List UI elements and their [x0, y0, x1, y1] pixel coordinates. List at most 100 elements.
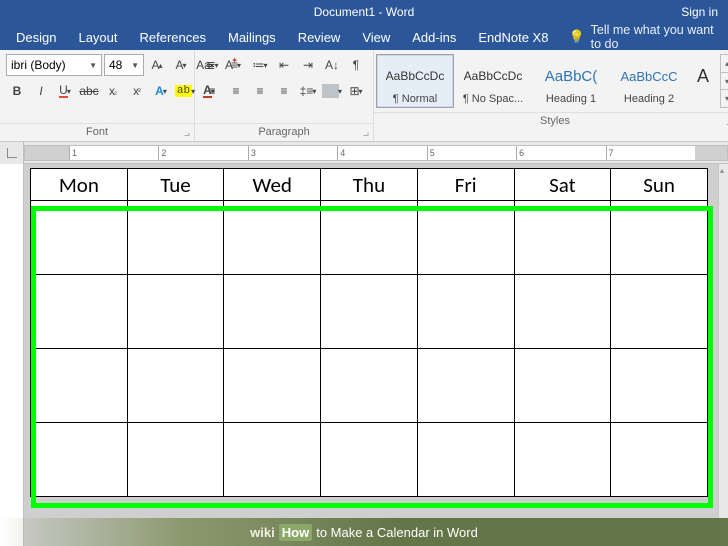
calendar-cell[interactable]: [31, 201, 128, 275]
highlight-button[interactable]: ab▾: [174, 80, 196, 102]
day-header[interactable]: Mon: [31, 169, 128, 201]
calendar-cell[interactable]: [127, 349, 224, 423]
strikethrough-button[interactable]: abc: [78, 80, 100, 102]
tab-mailings[interactable]: Mailings: [218, 26, 286, 49]
calendar-cell[interactable]: [611, 349, 708, 423]
text-effects-button[interactable]: A▾: [150, 80, 172, 102]
tell-me-search[interactable]: 💡 Tell me what you want to do: [568, 23, 722, 51]
vertical-scrollbar[interactable]: [718, 164, 728, 546]
calendar-cell[interactable]: [31, 275, 128, 349]
align-left-button[interactable]: ≡: [201, 80, 223, 102]
font-group-label: Font: [0, 123, 194, 141]
calendar-cell[interactable]: [514, 275, 611, 349]
calendar-cell[interactable]: [417, 275, 514, 349]
font-size-combo[interactable]: 48▼: [104, 54, 144, 76]
tab-view[interactable]: View: [352, 26, 400, 49]
styles-more-button[interactable]: ▾: [721, 90, 728, 107]
style-no-spacing[interactable]: AaBbCcDc ¶ No Spac...: [454, 54, 532, 108]
tab-layout[interactable]: Layout: [68, 26, 127, 49]
calendar-cell[interactable]: [321, 201, 418, 275]
styles-scroll-up[interactable]: ▴: [721, 55, 728, 73]
tab-design[interactable]: Design: [6, 26, 66, 49]
align-center-button[interactable]: ≡: [225, 80, 247, 102]
tab-selector[interactable]: [0, 142, 24, 164]
document-page[interactable]: Mon Tue Wed Thu Fri Sat Sun: [30, 168, 718, 546]
calendar-cell[interactable]: [417, 423, 514, 497]
align-right-button[interactable]: ≡: [249, 80, 271, 102]
justify-button[interactable]: ≡: [273, 80, 295, 102]
tab-endnote[interactable]: EndNote X8: [468, 26, 558, 49]
calendar-row: [31, 423, 708, 497]
superscript-button[interactable]: x²: [126, 80, 148, 102]
calendar-cell[interactable]: [321, 423, 418, 497]
shrink-font-button[interactable]: A▾: [170, 54, 192, 76]
wikihow-banner: wikiHow to Make a Calendar in Word: [0, 518, 728, 546]
calendar-cell[interactable]: [31, 423, 128, 497]
decrease-indent-button[interactable]: ⇤: [273, 54, 295, 76]
increase-indent-button[interactable]: ⇥: [297, 54, 319, 76]
day-header[interactable]: Sun: [611, 169, 708, 201]
line-spacing-button[interactable]: ‡≡▾: [297, 80, 319, 102]
styles-scroll-down[interactable]: ▾: [721, 73, 728, 91]
day-header[interactable]: Wed: [224, 169, 321, 201]
styles-gallery-scroll: ▴ ▾ ▾: [720, 54, 728, 108]
calendar-table[interactable]: Mon Tue Wed Thu Fri Sat Sun: [30, 168, 708, 497]
style-title[interactable]: A: [688, 54, 718, 108]
style-normal[interactable]: AaBbCcDc ¶ Normal: [376, 54, 454, 108]
calendar-cell[interactable]: [224, 201, 321, 275]
tab-review[interactable]: Review: [288, 26, 351, 49]
calendar-cell[interactable]: [31, 349, 128, 423]
calendar-cell[interactable]: [611, 201, 708, 275]
calendar-cell[interactable]: [127, 275, 224, 349]
calendar-cell[interactable]: [514, 201, 611, 275]
calendar-cell[interactable]: [611, 423, 708, 497]
bold-button[interactable]: B: [6, 80, 28, 102]
calendar-cell[interactable]: [127, 201, 224, 275]
calendar-cell[interactable]: [224, 275, 321, 349]
calendar-cell[interactable]: [127, 423, 224, 497]
vertical-ruler[interactable]: [0, 164, 24, 546]
styles-gallery: AaBbCcDc ¶ Normal AaBbCcDc ¶ No Spac... …: [374, 50, 728, 112]
document-area: Mon Tue Wed Thu Fri Sat Sun: [0, 164, 728, 546]
paragraph-group: ≣▾ ≡▾ ≔▾ ⇤ ⇥ A↓ ¶ ≡ ≡ ≡ ≡ ‡≡▾ ▾ ⊞▾: [195, 50, 374, 141]
calendar-cell[interactable]: [611, 275, 708, 349]
calendar-cell[interactable]: [321, 349, 418, 423]
paragraph-group-label: Paragraph: [195, 123, 373, 141]
style-heading-1[interactable]: AaBbC( Heading 1: [532, 54, 610, 108]
calendar-cell[interactable]: [321, 275, 418, 349]
font-group: ibri (Body)▼ 48▼ A▴ A▾ Aa▾ A✦ B I U▾ abc…: [0, 50, 195, 141]
calendar-cell[interactable]: [417, 349, 514, 423]
calendar-cell[interactable]: [417, 201, 514, 275]
calendar-cell[interactable]: [514, 349, 611, 423]
bullets-button[interactable]: ≣▾: [201, 54, 223, 76]
underline-button[interactable]: U▾: [54, 80, 76, 102]
tab-add-ins[interactable]: Add-ins: [402, 26, 466, 49]
style-heading-2[interactable]: AaBbCcC Heading 2: [610, 54, 688, 108]
borders-button[interactable]: ⊞▾: [345, 80, 367, 102]
font-name-combo[interactable]: ibri (Body)▼: [6, 54, 102, 76]
day-header[interactable]: Fri: [417, 169, 514, 201]
subscript-button[interactable]: x₂: [102, 80, 124, 102]
show-marks-button[interactable]: ¶: [345, 54, 367, 76]
document-title: Document1 - Word: [314, 5, 414, 19]
styles-group: AaBbCcDc ¶ Normal AaBbCcDc ¶ No Spac... …: [374, 50, 728, 141]
italic-button[interactable]: I: [30, 80, 52, 102]
how-logo-text: How: [279, 524, 312, 541]
day-header[interactable]: Thu: [321, 169, 418, 201]
styles-group-label: Styles: [374, 112, 728, 130]
banner-title: to Make a Calendar in Word: [316, 525, 478, 540]
calendar-body: [31, 201, 708, 497]
sign-in-link[interactable]: Sign in: [681, 5, 718, 19]
grow-font-button[interactable]: A▴: [146, 54, 168, 76]
calendar-cell[interactable]: [224, 349, 321, 423]
sort-button[interactable]: A↓: [321, 54, 343, 76]
day-header[interactable]: Sat: [514, 169, 611, 201]
horizontal-ruler[interactable]: 1 2 3 4 5 6 7: [0, 142, 728, 164]
tab-references[interactable]: References: [130, 26, 216, 49]
tell-me-placeholder: Tell me what you want to do: [591, 23, 722, 51]
shading-button[interactable]: ▾: [321, 80, 343, 102]
calendar-cell[interactable]: [224, 423, 321, 497]
day-header[interactable]: Tue: [127, 169, 224, 201]
multilevel-list-button[interactable]: ≔▾: [249, 54, 271, 76]
calendar-cell[interactable]: [514, 423, 611, 497]
